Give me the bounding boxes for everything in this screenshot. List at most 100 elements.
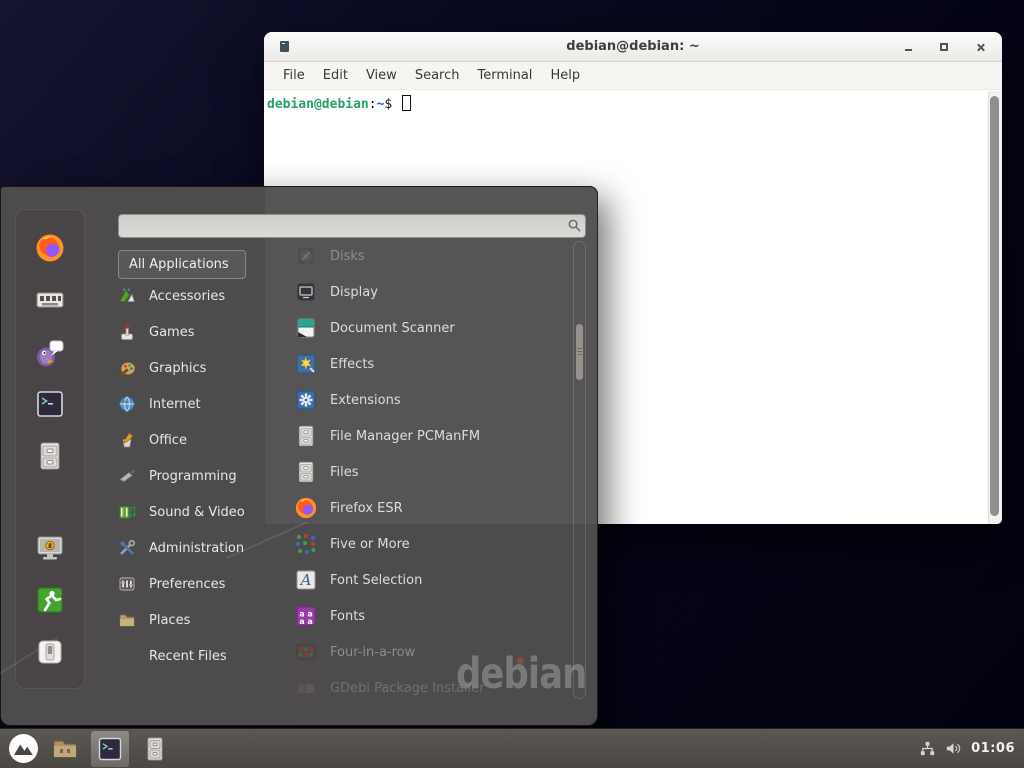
menu-icon [8,733,39,764]
taskbar-folder-button[interactable] [51,735,79,763]
category-label: Games [149,325,194,340]
favorite-keyboard-button[interactable] [34,284,66,316]
system-tray: 01:06 [919,740,1024,757]
prompt-colon: : [369,97,377,112]
volume-tray-icon[interactable] [945,740,962,757]
terminal-title: debian@debian: ~ [264,39,1002,54]
terminal-menubar: FileEditViewSearchTerminalHelp [264,62,1002,90]
category-label: Recent Files [149,649,227,664]
terminal-scrollbar-thumb[interactable] [990,96,999,516]
favorite-pidgin-button[interactable] [34,336,66,368]
clock[interactable]: 01:06 [971,741,1015,756]
terminal-menu-terminal[interactable]: Terminal [468,68,541,83]
app-label: Font Selection [330,573,422,588]
network-tray-icon[interactable] [919,740,936,757]
app-font-selection[interactable]: A Font Selection [284,562,570,598]
close-icon [976,43,985,52]
logout-button[interactable] [34,584,66,616]
terminal-menu-help[interactable]: Help [541,68,589,83]
favorite-terminal-button[interactable] [34,388,66,420]
favorite-file-cabinet-button[interactable] [34,440,66,472]
display-icon [294,280,318,304]
accessories-icon [118,287,136,305]
app-extensions[interactable]: Extensions [284,382,570,418]
app-firefox-esr[interactable]: Firefox ESR [284,490,570,526]
firefox-icon [294,496,318,520]
taskbar-terminal-button[interactable] [91,731,129,767]
category-internet[interactable]: Internet [118,386,280,422]
app-five-or-more[interactable]: Five or More [284,526,570,562]
app-document-scanner[interactable]: Document Scanner [284,310,570,346]
programming-icon [118,467,136,485]
menu-scrollbar-track[interactable] [573,241,586,699]
window-controls [902,32,986,62]
internet-icon [118,395,136,413]
app-label: Files [330,465,359,480]
pidgin-icon [34,336,66,368]
terminal-menu-view[interactable]: View [357,68,406,83]
terminal-titlebar[interactable]: debian@debian: ~ [264,32,1002,62]
lock-screen-button[interactable] [34,532,66,564]
category-graphics[interactable]: Graphics [118,350,280,386]
app-four-in-a-row[interactable]: Four-in-a-row [284,634,570,670]
terminal-scrollbar-track[interactable] [988,91,1002,524]
category-office[interactable]: Office [118,422,280,458]
search-icon [567,218,582,233]
logout-icon [34,584,66,616]
all-applications-button[interactable]: All Applications [118,250,246,279]
shutdown-button[interactable] [34,636,66,668]
taskbar-files-button[interactable] [141,735,169,763]
category-programming[interactable]: Programming [118,458,280,494]
app-disks[interactable]: Disks [284,238,570,274]
terminal-icon [96,735,124,763]
app-fonts[interactable]: a aa a Fonts [284,598,570,634]
category-places[interactable]: Places [118,602,280,638]
application-list: Disks Display Document Scanner EffectsExten… [284,238,570,706]
terminal-icon [34,388,66,420]
fonts-icon: a aa a [294,604,318,628]
maximize-button[interactable] [938,41,950,53]
app-gdebi-package-installer[interactable]: GDebi Package Installer [284,670,570,706]
app-label: GDebi Package Installer [330,681,485,696]
category-preferences[interactable]: Preferences [118,566,280,602]
administration-icon [118,539,136,557]
search-input[interactable] [118,214,586,238]
app-label: Document Scanner [330,321,455,336]
category-recent-files[interactable]: Recent Files [118,638,280,674]
terminal-menu-edit[interactable]: Edit [314,68,357,83]
firefox-icon [34,232,66,264]
app-display[interactable]: Display [284,274,570,310]
app-effects[interactable]: Effects [284,346,570,382]
category-games[interactable]: Games [118,314,280,350]
app-files[interactable]: Files [284,454,570,490]
all-applications-label: All Applications [129,257,229,272]
terminal-cursor [402,95,411,111]
category-sound-video[interactable]: Sound & Video [118,494,280,530]
keyboard-icon [34,284,66,316]
places-icon [118,611,136,629]
taskbar: 01:06 [0,728,1024,768]
taskbar-launchers [0,731,169,767]
five-or-more-icon [294,532,318,556]
taskbar-menu-button[interactable] [8,733,39,764]
category-accessories[interactable]: Accessories [118,278,280,314]
minimize-icon [905,49,912,51]
gdebi-icon [294,676,318,700]
file-cabinet-icon [294,424,318,448]
app-label: Five or More [330,537,410,552]
disks-icon [294,244,318,268]
favorite-firefox-button[interactable] [34,232,66,264]
svg-text:A: A [299,571,312,589]
terminal-menu-search[interactable]: Search [406,68,469,83]
category-label: Preferences [149,577,225,592]
app-label: Fonts [330,609,365,624]
four-in-a-row-icon [294,640,318,664]
category-administration[interactable]: Administration [118,530,280,566]
minimize-button[interactable] [902,41,914,53]
app-label: Display [330,285,378,300]
app-file-manager-pcmanfm[interactable]: File Manager PCManFM [284,418,570,454]
terminal-menu-file[interactable]: File [274,68,314,83]
files-icon [141,735,169,763]
menu-scrollbar-thumb[interactable] [576,324,583,380]
close-button[interactable] [974,41,986,53]
